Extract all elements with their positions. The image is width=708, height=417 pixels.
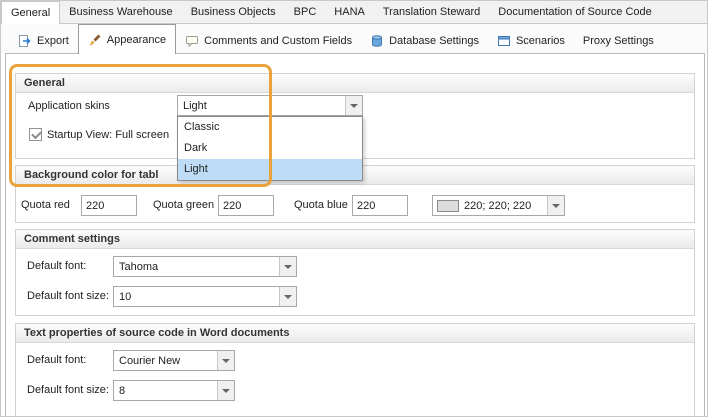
comment-font-size-combo[interactable]: 10 (113, 286, 297, 307)
combo-dropdown-button[interactable] (279, 287, 296, 306)
word-font-label: Default font: (27, 354, 86, 367)
comment-font-size-value: 10 (114, 291, 279, 303)
quota-blue-input[interactable] (352, 195, 408, 216)
combo-dropdown-button[interactable] (345, 96, 362, 115)
word-font-size-combo[interactable]: 8 (113, 380, 235, 401)
application-skins-combo[interactable]: Light (177, 95, 363, 116)
application-skins-label: Application skins (28, 100, 110, 113)
comment-bubble-icon (185, 34, 199, 48)
quota-green-label: Quota green (153, 199, 214, 212)
word-font-size-value: 8 (114, 385, 217, 397)
skins-dropdown-list: Classic Dark Light (177, 116, 363, 181)
group-comment-settings-title: Comment settings (16, 230, 694, 249)
subtab-comments-and-custom-fields[interactable]: Comments and Custom Fields (176, 28, 361, 53)
chevron-down-icon (222, 359, 230, 363)
tab-hana[interactable]: HANA (325, 1, 374, 23)
group-general-title: General (16, 74, 694, 93)
tab-business-objects[interactable]: Business Objects (182, 1, 285, 23)
comment-font-label: Default font: (27, 260, 86, 273)
quota-blue-label: Quota blue (294, 199, 348, 212)
quota-red-label: Quota red (21, 199, 70, 212)
export-icon (18, 34, 32, 48)
subtab-export[interactable]: Export (9, 28, 78, 53)
background-color-combo[interactable]: 220; 220; 220 (432, 195, 565, 216)
combo-dropdown-button[interactable] (217, 381, 234, 400)
comment-font-size-label: Default font size: (27, 290, 109, 303)
tab-general[interactable]: General (1, 1, 60, 24)
word-font-size-label: Default font size: (27, 384, 109, 397)
chevron-down-icon (284, 265, 292, 269)
subtab-appearance[interactable]: Appearance (78, 24, 176, 54)
chevron-down-icon (350, 104, 358, 108)
paintbrush-icon (88, 33, 102, 47)
color-swatch (437, 200, 459, 212)
subtab-label: Scenarios (516, 35, 565, 47)
tab-business-warehouse[interactable]: Business Warehouse (60, 1, 182, 23)
quota-green-input[interactable] (218, 195, 274, 216)
word-font-value: Courier New (114, 355, 217, 367)
subtab-label: Export (37, 35, 69, 47)
tab-documentation-of-source-code[interactable]: Documentation of Source Code (489, 1, 660, 23)
chevron-down-icon (284, 295, 292, 299)
dropdown-item-dark[interactable]: Dark (178, 138, 362, 159)
tab-bpc[interactable]: BPC (285, 1, 326, 23)
combo-dropdown-button[interactable] (217, 351, 234, 370)
quota-red-input[interactable] (81, 195, 137, 216)
combo-dropdown-button[interactable] (279, 257, 296, 276)
subtab-label: Proxy Settings (583, 35, 654, 47)
word-font-combo[interactable]: Courier New (113, 350, 235, 371)
dropdown-item-light[interactable]: Light (178, 159, 362, 180)
subtab-proxy-settings[interactable]: Proxy Settings (574, 28, 663, 53)
main-tab-bar: General Business Warehouse Business Obje… (1, 1, 708, 24)
group-word-text-properties-title: Text properties of source code in Word d… (16, 324, 694, 343)
combo-dropdown-button[interactable] (547, 196, 564, 215)
tab-translation-steward[interactable]: Translation Steward (374, 1, 489, 23)
subtab-label: Appearance (107, 34, 166, 46)
subtab-scenarios[interactable]: Scenarios (488, 28, 574, 53)
startup-fullscreen-label: Startup View: Full screen (47, 129, 169, 142)
chevron-down-icon (552, 204, 560, 208)
scenarios-icon (497, 34, 511, 48)
application-skins-value: Light (178, 100, 345, 112)
dropdown-item-classic[interactable]: Classic (178, 117, 362, 138)
preferences-window: General Business Warehouse Business Obje… (0, 0, 708, 417)
settings-tab-bar: Export Appearance Comments and Custom Fi… (1, 24, 708, 53)
chevron-down-icon (222, 389, 230, 393)
comment-font-combo[interactable]: Tahoma (113, 256, 297, 277)
background-color-value: 220; 220; 220 (459, 200, 547, 212)
comment-font-value: Tahoma (114, 261, 279, 273)
subtab-database-settings[interactable]: Database Settings (361, 28, 488, 53)
startup-fullscreen-checkbox[interactable] (29, 128, 42, 141)
subtab-label: Database Settings (389, 35, 479, 47)
subtab-label: Comments and Custom Fields (204, 35, 352, 47)
database-icon (370, 34, 384, 48)
